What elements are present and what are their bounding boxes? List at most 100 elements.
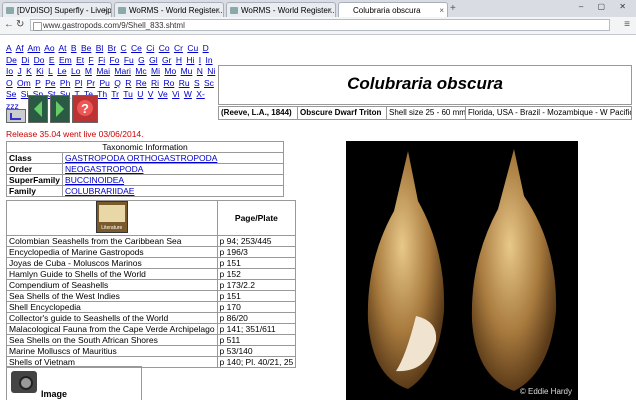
next-arrow-icon[interactable] [50,95,70,123]
alphabet-link[interactable]: Cr [174,43,183,53]
new-tab-button[interactable]: + [450,3,456,14]
alphabet-link[interactable]: Em [59,55,72,65]
alphabet-link[interactable]: Am [28,43,41,53]
alphabet-link[interactable]: Se [6,89,16,99]
alphabet-link[interactable]: Tu [123,89,133,99]
alphabet-link[interactable]: Pe [45,78,55,88]
alphabet-link[interactable]: I [199,55,201,65]
browser-tab-1[interactable]: [DVDISO] Superfly - Livejpfile...× [2,2,112,17]
taxonomy-link[interactable]: BUCCINOIDEA [65,175,124,185]
alphabet-link[interactable]: Mu [181,66,193,76]
alphabet-link[interactable]: Fi [98,55,105,65]
taxonomy-link[interactable]: GASTROPODA ORTHOGASTROPODA [65,153,217,163]
alphabet-link[interactable]: At [58,43,66,53]
alphabet-link[interactable]: Fu [124,55,134,65]
taxonomy-link[interactable]: NEOGASTROPODA [65,164,143,174]
alphabet-link[interactable]: Ao [44,43,54,53]
alphabet-link[interactable]: Io [6,66,13,76]
alphabet-link[interactable]: Mo [164,66,176,76]
back-icon[interactable]: ← [4,19,14,30]
alphabet-link[interactable]: W [184,89,192,99]
alphabet-link[interactable]: F [88,55,93,65]
alphabet-link[interactable]: Pu [100,78,110,88]
alphabet-link[interactable]: Ru [179,78,190,88]
alphabet-link[interactable]: Ve [158,89,168,99]
alphabet-link[interactable]: S [194,78,200,88]
close-icon[interactable]: × [215,3,220,17]
alphabet-link[interactable]: H [176,55,182,65]
alphabet-link[interactable]: O [6,78,13,88]
close-icon[interactable]: × [439,3,444,17]
alphabet-link[interactable]: Sc [204,78,214,88]
alphabet-link[interactable]: Et [76,55,84,65]
close-icon[interactable]: × [327,3,332,17]
alphabet-link[interactable]: B [71,43,77,53]
alphabet-link[interactable]: R [125,78,131,88]
alphabet-link[interactable]: Br [108,43,117,53]
alphabet-link[interactable]: Ci [146,43,154,53]
alphabet-link[interactable]: Gr [162,55,171,65]
alphabet-link[interactable]: V [148,89,154,99]
alphabet-link[interactable]: Be [81,43,91,53]
alphabet-link[interactable]: Th [97,89,107,99]
alphabet-link[interactable]: Pl [75,78,83,88]
alphabet-link[interactable]: A [6,43,12,53]
alphabet-link[interactable]: J [17,66,21,76]
alphabet-link[interactable]: G [138,55,145,65]
alphabet-link[interactable]: Le [57,66,66,76]
alphabet-link[interactable]: Gl [149,55,158,65]
alphabet-link[interactable]: In [206,55,213,65]
alphabet-link[interactable]: Fo [110,55,120,65]
alphabet-link[interactable]: Mari [114,66,131,76]
alphabet-link[interactable]: Ce [131,43,142,53]
question-icon[interactable]: ? [72,95,98,123]
alphabet-link[interactable]: Cu [187,43,198,53]
previous-arrow-icon[interactable] [28,95,48,123]
alphabet-link[interactable]: Hi [186,55,194,65]
alphabet-link[interactable]: Do [34,55,45,65]
reload-icon[interactable]: ↻ [16,19,24,30]
alphabet-link[interactable]: Af [16,43,24,53]
alphabet-link[interactable]: Q [114,78,121,88]
alphabet-link[interactable]: Mai [96,66,110,76]
alphabet-link[interactable]: Ro [163,78,174,88]
alphabet-link[interactable]: U [137,89,143,99]
alphabet-link[interactable]: Ni [207,66,215,76]
alphabet-link[interactable]: E [49,55,55,65]
alphabet-link[interactable]: Pr [87,78,96,88]
url-input[interactable]: www.gastropods.com/9/Shell_833.shtml [30,19,610,31]
alphabet-link[interactable]: Re [136,78,147,88]
alphabet-link[interactable]: Tr [111,89,119,99]
alphabet-link[interactable]: L [48,66,53,76]
alphabet-link[interactable]: De [6,55,17,65]
book-icon: Literature [95,201,128,233]
close-icon[interactable]: × [103,3,108,17]
window-controls[interactable]: – ▢ ✕ [579,2,632,11]
alphabet-link[interactable]: Co [159,43,170,53]
alphabet-link[interactable]: K [26,66,32,76]
alphabet-link[interactable]: C [121,43,127,53]
alphabet-link[interactable]: Mc [135,66,146,76]
alphabet-link[interactable]: D [203,43,209,53]
alphabet-link[interactable]: Ri [151,78,159,88]
alphabet-link[interactable]: Vi [172,89,179,99]
browser-tab-4[interactable]: Colubraria obscura × [338,2,448,17]
alphabet-link[interactable]: Ki [36,66,44,76]
table-row: Collector's guide to Seashells of the Wo… [6,312,297,324]
alphabet-link[interactable]: M [85,66,92,76]
alphabet-link[interactable]: Om [17,78,31,88]
alphabet-link[interactable]: Ph [60,78,70,88]
home-icon[interactable] [6,109,26,123]
alphabet-link[interactable]: N [197,66,203,76]
alphabet-link[interactable]: Bl [96,43,104,53]
browser-tab-2[interactable]: WoRMS - World Register... × [114,2,224,17]
taxonomy-label: Family [5,185,64,197]
taxonomy-link[interactable]: COLUBRARIIDAE [65,186,134,196]
alphabet-link[interactable]: P [35,78,41,88]
alphabet-link[interactable]: Mi [151,66,160,76]
alphabet-link[interactable]: Di [21,55,29,65]
alphabet-link[interactable]: Lo [71,66,80,76]
image-acknowledgments-box[interactable]: Image Acknowledgments [6,366,142,400]
menu-icon[interactable]: ≡ [624,19,630,30]
browser-tab-3[interactable]: WoRMS - World Register... × [226,2,336,17]
